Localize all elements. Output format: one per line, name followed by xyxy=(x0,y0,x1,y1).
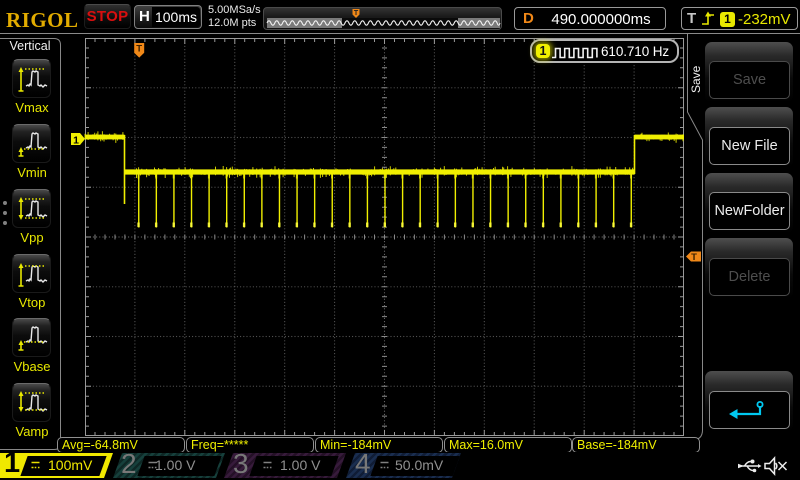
svg-text:T: T xyxy=(136,44,142,55)
svg-text:1: 1 xyxy=(73,135,79,147)
